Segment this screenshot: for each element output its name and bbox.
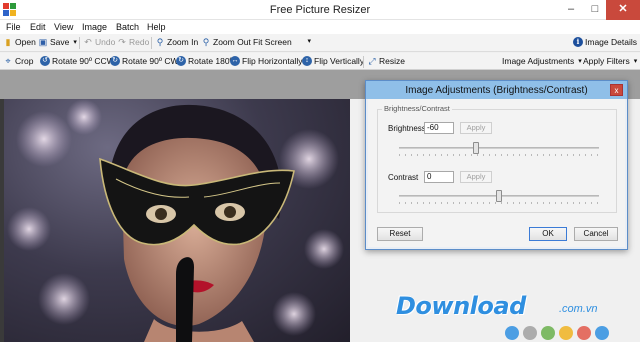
slider-ticks [399, 154, 599, 156]
open-button[interactable]: ▮ Open [3, 37, 36, 47]
redo-icon: ↷ [118, 37, 126, 47]
rotate-180-icon: ↻ [176, 56, 186, 66]
watermark-domain: .com.vn [559, 303, 598, 315]
chevron-down-icon: ▾ [307, 38, 311, 45]
menu-batch[interactable]: Batch [116, 22, 139, 32]
brightness-input[interactable]: -60 [424, 122, 454, 134]
brightness-label: Brightness [388, 124, 426, 133]
rotate-180-button[interactable]: ↻ Rotate 180º [176, 56, 233, 66]
flip-horizontal-button[interactable]: ↔ Flip Horizontally [230, 56, 302, 66]
magnifier-plus-icon: ⚲ [156, 37, 164, 47]
rotate-180-label: Rotate 180º [188, 56, 233, 66]
apply-filters-dropdown[interactable]: Apply Filters ▾ [583, 56, 637, 66]
undo-label: Undo [95, 37, 116, 47]
main-toolbar: ▮ Open ▣ Save ▾ ↶ Undo ↷ Redo ⚲ Zoom In … [0, 34, 640, 52]
chevron-down-icon: ▾ [578, 58, 582, 65]
maximize-icon[interactable]: □ [583, 0, 607, 20]
slider-thumb[interactable] [473, 142, 480, 154]
undo-icon: ↶ [84, 37, 92, 47]
save-label: Save [50, 37, 70, 47]
rotate-cw-icon: ↻ [110, 56, 120, 66]
resize-button[interactable]: ⤢ Resize [367, 56, 405, 66]
dialog-body: Brightness/Contrast Brightness -60 Apply… [368, 99, 625, 247]
folder-icon: ▮ [5, 37, 11, 47]
fit-screen-value: Fit Screen [253, 37, 292, 47]
dialog-close-icon[interactable]: x [610, 84, 623, 96]
chevron-down-icon: ▾ [73, 39, 77, 46]
contrast-input[interactable]: 0 [424, 171, 454, 183]
image-details-button[interactable]: i Image Details [573, 37, 637, 47]
window-title: Free Picture Resizer [269, 4, 371, 16]
title-bar: Free Picture Resizer – □ ✕ [0, 0, 640, 20]
redo-button[interactable]: ↷ Redo [117, 37, 149, 47]
zoom-in-label: Zoom In [167, 37, 199, 47]
undo-button[interactable]: ↶ Undo [83, 37, 115, 47]
info-icon: i [573, 37, 583, 47]
flip-vertical-button[interactable]: ↕ Flip Vertically [302, 56, 364, 66]
floppy-disk-icon: ▣ [38, 37, 48, 47]
menu-edit[interactable]: Edit [30, 22, 46, 32]
crop-button[interactable]: ⌖ Crop [3, 56, 33, 66]
contrast-slider[interactable] [399, 190, 599, 204]
crop-label: Crop [15, 56, 34, 66]
flip-vertical-label: Flip Vertically [314, 56, 365, 66]
rotate-ccw-label: Rotate 90º CCW [52, 56, 115, 66]
save-button[interactable]: ▣ Save ▾ [38, 37, 77, 47]
image-canvas[interactable] [4, 99, 350, 342]
apply-filters-label: Apply Filters [583, 56, 630, 66]
menu-view[interactable]: View [54, 22, 73, 32]
rotate-cw-button[interactable]: ↻ Rotate 90º CW [110, 56, 179, 66]
image-toolbar: ⌖ Crop ↺ Rotate 90º CCW ↻ Rotate 90º CW … [0, 53, 640, 70]
ok-button[interactable]: OK [529, 227, 567, 241]
toolbar-divider [151, 37, 152, 49]
chevron-down-icon: ▾ [633, 58, 638, 65]
group-label: Brightness/Contrast [382, 104, 452, 113]
flip-vertical-icon: ↕ [302, 56, 312, 66]
toolbar-divider [363, 56, 364, 68]
zoom-out-button[interactable]: ⚲ Zoom Out [201, 37, 251, 47]
resize-icon: ⤢ [368, 56, 376, 66]
menu-help[interactable]: Help [147, 22, 166, 32]
dialog-title-bar[interactable]: Image Adjustments (Brightness/Contrast) … [366, 81, 627, 99]
zoom-in-button[interactable]: ⚲ Zoom In [155, 37, 198, 47]
flip-horizontal-label: Flip Horizontally [242, 56, 303, 66]
open-label: Open [15, 37, 36, 47]
brightness-contrast-group: Brightness/Contrast Brightness -60 Apply… [377, 104, 617, 213]
brightness-slider[interactable] [399, 142, 599, 156]
image-adjustments-dropdown[interactable]: Image Adjustments ▾ [502, 56, 582, 66]
contrast-apply-button[interactable]: Apply [460, 171, 492, 183]
rotate-cw-label: Rotate 90º CW [122, 56, 179, 66]
toolbar-divider [79, 37, 80, 49]
watermark-dots [505, 326, 609, 340]
flip-horizontal-icon: ↔ [230, 56, 240, 66]
rotate-ccw-button[interactable]: ↺ Rotate 90º CCW [40, 56, 115, 66]
rotate-ccw-icon: ↺ [40, 56, 50, 66]
menu-image[interactable]: Image [82, 22, 107, 32]
reset-button[interactable]: Reset [377, 227, 423, 241]
image-adjustments-label: Image Adjustments [502, 56, 575, 66]
menu-file[interactable]: File [6, 22, 21, 32]
masquerade-photo [7, 99, 344, 342]
zoom-out-label: Zoom Out [213, 37, 251, 47]
image-adjustments-dialog: Image Adjustments (Brightness/Contrast) … [365, 80, 628, 250]
contrast-label: Contrast [388, 173, 419, 182]
magnifier-minus-icon: ⚲ [202, 37, 210, 47]
menu-bar: File Edit View Image Batch Help [0, 20, 640, 34]
slider-thumb[interactable] [496, 190, 502, 202]
slider-track [399, 147, 599, 149]
cancel-button[interactable]: Cancel [574, 227, 618, 241]
watermark-logo: Download [396, 292, 526, 320]
crop-icon: ⌖ [5, 56, 11, 66]
fit-screen-select[interactable]: Fit Screen ▾ [253, 37, 311, 49]
resize-label: Resize [379, 56, 405, 66]
brightness-apply-button[interactable]: Apply [460, 122, 492, 134]
minimize-icon[interactable]: – [559, 0, 583, 20]
dialog-title: Image Adjustments (Brightness/Contrast) [405, 85, 588, 96]
slider-ticks [399, 202, 599, 204]
redo-label: Redo [129, 37, 150, 47]
close-icon[interactable]: ✕ [606, 0, 640, 20]
image-details-label: Image Details [585, 37, 637, 47]
